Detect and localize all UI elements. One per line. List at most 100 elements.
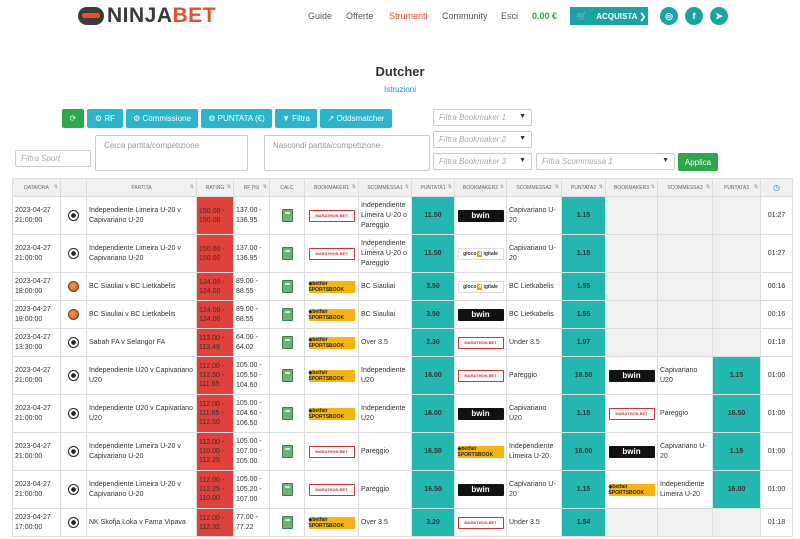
calc-cell [269, 300, 305, 329]
betfair-bookmaker-logo[interactable]: ◆betfair SPORTSBOOK [308, 516, 355, 529]
calculator-icon[interactable] [281, 247, 293, 260]
filter-bookmaker1-placeholder: Filtra Bookmaker 1 [439, 113, 507, 122]
remaining-time-cell: 01:18 [760, 508, 793, 537]
nav-link-strumenti[interactable]: Strumenti [389, 11, 428, 21]
facebook-icon[interactable]: f [685, 7, 703, 25]
column-header[interactable]: PUNTATA3 ⇅ [712, 178, 761, 197]
nav-link-offerte[interactable]: Offerte [346, 11, 373, 21]
nav-link-guide[interactable]: Guide [308, 11, 332, 21]
filter-bet1-select[interactable]: Filtra Scommessa 1 ▼ [536, 153, 675, 170]
marathon-bookmaker-logo[interactable]: MARATHON BET [308, 247, 355, 260]
goldbet-bookmaker-logo[interactable]: gioco d igitale [457, 247, 504, 260]
bwin-bookmaker-logo[interactable]: bwin [608, 445, 655, 458]
calculator-icon[interactable] [281, 308, 293, 321]
column-header[interactable]: PUNTATA1 ⇅ [411, 178, 455, 197]
date-text: 2023-04-27 [15, 277, 51, 285]
column-header[interactable]: CALC [269, 178, 305, 197]
column-header[interactable]: SCOMMESSA3 ⇅ [657, 178, 713, 197]
column-header[interactable] [60, 178, 87, 197]
column-header[interactable]: BOOKMAKER2 ⇅ [454, 178, 507, 197]
filter-bookmaker3-select[interactable]: Filtra Bookmaker 3 ▼ [433, 153, 532, 170]
time-text: 21:00:00 [15, 254, 43, 262]
betfair-bookmaker-logo[interactable]: ◆betfair SPORTSBOOK [308, 308, 355, 321]
bwin-bookmaker-logo[interactable]: bwin [608, 369, 655, 382]
basketball-icon [68, 309, 79, 320]
hide-match-textarea[interactable]: Nascondi partita/competizione [264, 135, 430, 171]
bookmaker1-cell: ◆betfair SPORTSBOOK [304, 356, 359, 395]
filter-button[interactable]: ▼ Filtra [275, 109, 317, 128]
calc-cell [269, 356, 305, 395]
betfair-bookmaker-logo[interactable]: ◆betfair SPORTSBOOK [457, 445, 504, 458]
date-cell: 2023-04-27 21:00:00 [12, 234, 61, 273]
goldbet-bookmaker-logo[interactable]: gioco d igitale [457, 280, 504, 293]
filter-bookmaker2-select[interactable]: Filtra Bookmaker 2 ▼ [433, 131, 532, 148]
bwin-bookmaker-logo[interactable]: bwin [457, 407, 504, 420]
bookmaker3-cell: MARATHON BET [605, 394, 658, 433]
betfair-bookmaker-logo[interactable]: ◆betfair SPORTSBOOK [308, 407, 355, 420]
column-header-label: PUNTATA1 [420, 184, 446, 191]
column-header[interactable]: PARTITA ⇅ [86, 178, 197, 197]
column-header[interactable]: RATING ⇅ [196, 178, 234, 197]
table-row: 2023-04-27 21:00:00 Independiente U20 v Ca… [12, 356, 793, 395]
commission-button[interactable]: ⚙ Commissione [126, 109, 198, 128]
instagram-icon[interactable]: ◎ [660, 7, 678, 25]
betfair-bookmaker-logo[interactable]: ◆betfair SPORTSBOOK [308, 369, 355, 382]
marathon-bookmaker-logo[interactable]: MARATHON BET [457, 516, 504, 529]
calculator-icon[interactable] [281, 369, 293, 382]
search-match-textarea[interactable]: Cerca partita/competizione [95, 135, 248, 171]
calculator-icon[interactable] [281, 209, 293, 222]
page-title: Dutcher [375, 64, 425, 79]
football-icon [68, 337, 79, 348]
column-header[interactable]: SCOMMESSA2 ⇅ [506, 178, 562, 197]
marathon-bookmaker-logo[interactable]: MARATHON BET [308, 209, 355, 222]
calc-cell [269, 470, 305, 509]
betfair-bookmaker-logo[interactable]: ◆betfair SPORTSBOOK [308, 280, 355, 293]
marathon-bookmaker-logo[interactable]: MARATHON BET [308, 483, 355, 496]
buy-button[interactable]: 🛒 ACQUISTA ❯ [570, 7, 648, 25]
sport-cell [60, 356, 87, 395]
nav-link-esci[interactable]: Esci [501, 11, 518, 21]
calculator-icon[interactable] [281, 407, 293, 420]
sport-cell [60, 328, 87, 357]
bwin-bookmaker-logo[interactable]: bwin [457, 209, 504, 222]
column-header[interactable]: SCOMMESSA1 ⇅ [358, 178, 412, 197]
instructions-link[interactable]: Istruzioni [0, 85, 800, 94]
bwin-bookmaker-logo[interactable]: bwin [457, 483, 504, 496]
refresh-button[interactable]: ⟳ [62, 109, 84, 128]
column-header[interactable]: BOOKMAKER3 ⇅ [605, 178, 658, 197]
column-header[interactable]: PUNTATA2 ⇅ [561, 178, 606, 197]
filter-sport-select[interactable]: Filtra Sport [15, 150, 91, 167]
marathon-bookmaker-logo[interactable]: MARATHON BET [457, 336, 504, 349]
oddsmatcher-button[interactable]: ↗ Oddsmatcher [320, 109, 392, 128]
marathon-bookmaker-logo[interactable]: MARATHON BET [608, 407, 655, 420]
bet1-cell: Independiente Limeira U-20 o Pareggio [358, 234, 412, 273]
time-text: 17:00:00 [15, 523, 43, 531]
remaining-time-cell: 01:00 [760, 356, 793, 395]
column-header[interactable]: BOOKMAKER1 ⇅ [304, 178, 359, 197]
calculator-icon[interactable] [281, 336, 293, 349]
top-navbar: NINJABET Guide Offerte Strumenti Communi… [0, 0, 800, 34]
apply-button[interactable]: Applica [678, 153, 718, 171]
time-text: 21:00:00 [15, 216, 43, 224]
bookmaker2-cell: MARATHON BET [454, 356, 507, 395]
column-header[interactable]: DATA/ORA ⇅ [12, 178, 61, 197]
ninjabet-logo[interactable]: NINJABET [78, 4, 216, 28]
sport-cell [60, 508, 87, 537]
bwin-bookmaker-logo[interactable]: bwin [457, 308, 504, 321]
column-header[interactable]: ◷ [760, 178, 793, 197]
betfair-bookmaker-logo[interactable]: ◆betfair SPORTSBOOK [608, 483, 655, 496]
calculator-icon[interactable] [281, 445, 293, 458]
stake-button[interactable]: ⚙ PUNTATA (€) [201, 109, 272, 128]
rf-button[interactable]: ⚙ RF [87, 109, 123, 128]
filter-bookmaker1-select[interactable]: Filtra Bookmaker 1 ▼ [433, 109, 532, 126]
betfair-bookmaker-logo[interactable]: ◆betfair SPORTSBOOK [308, 336, 355, 349]
calculator-icon[interactable] [281, 516, 293, 529]
calculator-icon[interactable] [281, 280, 293, 293]
nav-link-community[interactable]: Community [442, 11, 488, 21]
calculator-icon[interactable] [281, 483, 293, 496]
marathon-bookmaker-logo[interactable]: MARATHON BET [308, 445, 355, 458]
column-header[interactable]: RF (%) ⇅ [233, 178, 270, 197]
calc-cell [269, 432, 305, 471]
telegram-icon[interactable]: ➤ [710, 7, 728, 25]
marathon-bookmaker-logo[interactable]: MARATHON BET [457, 369, 504, 382]
